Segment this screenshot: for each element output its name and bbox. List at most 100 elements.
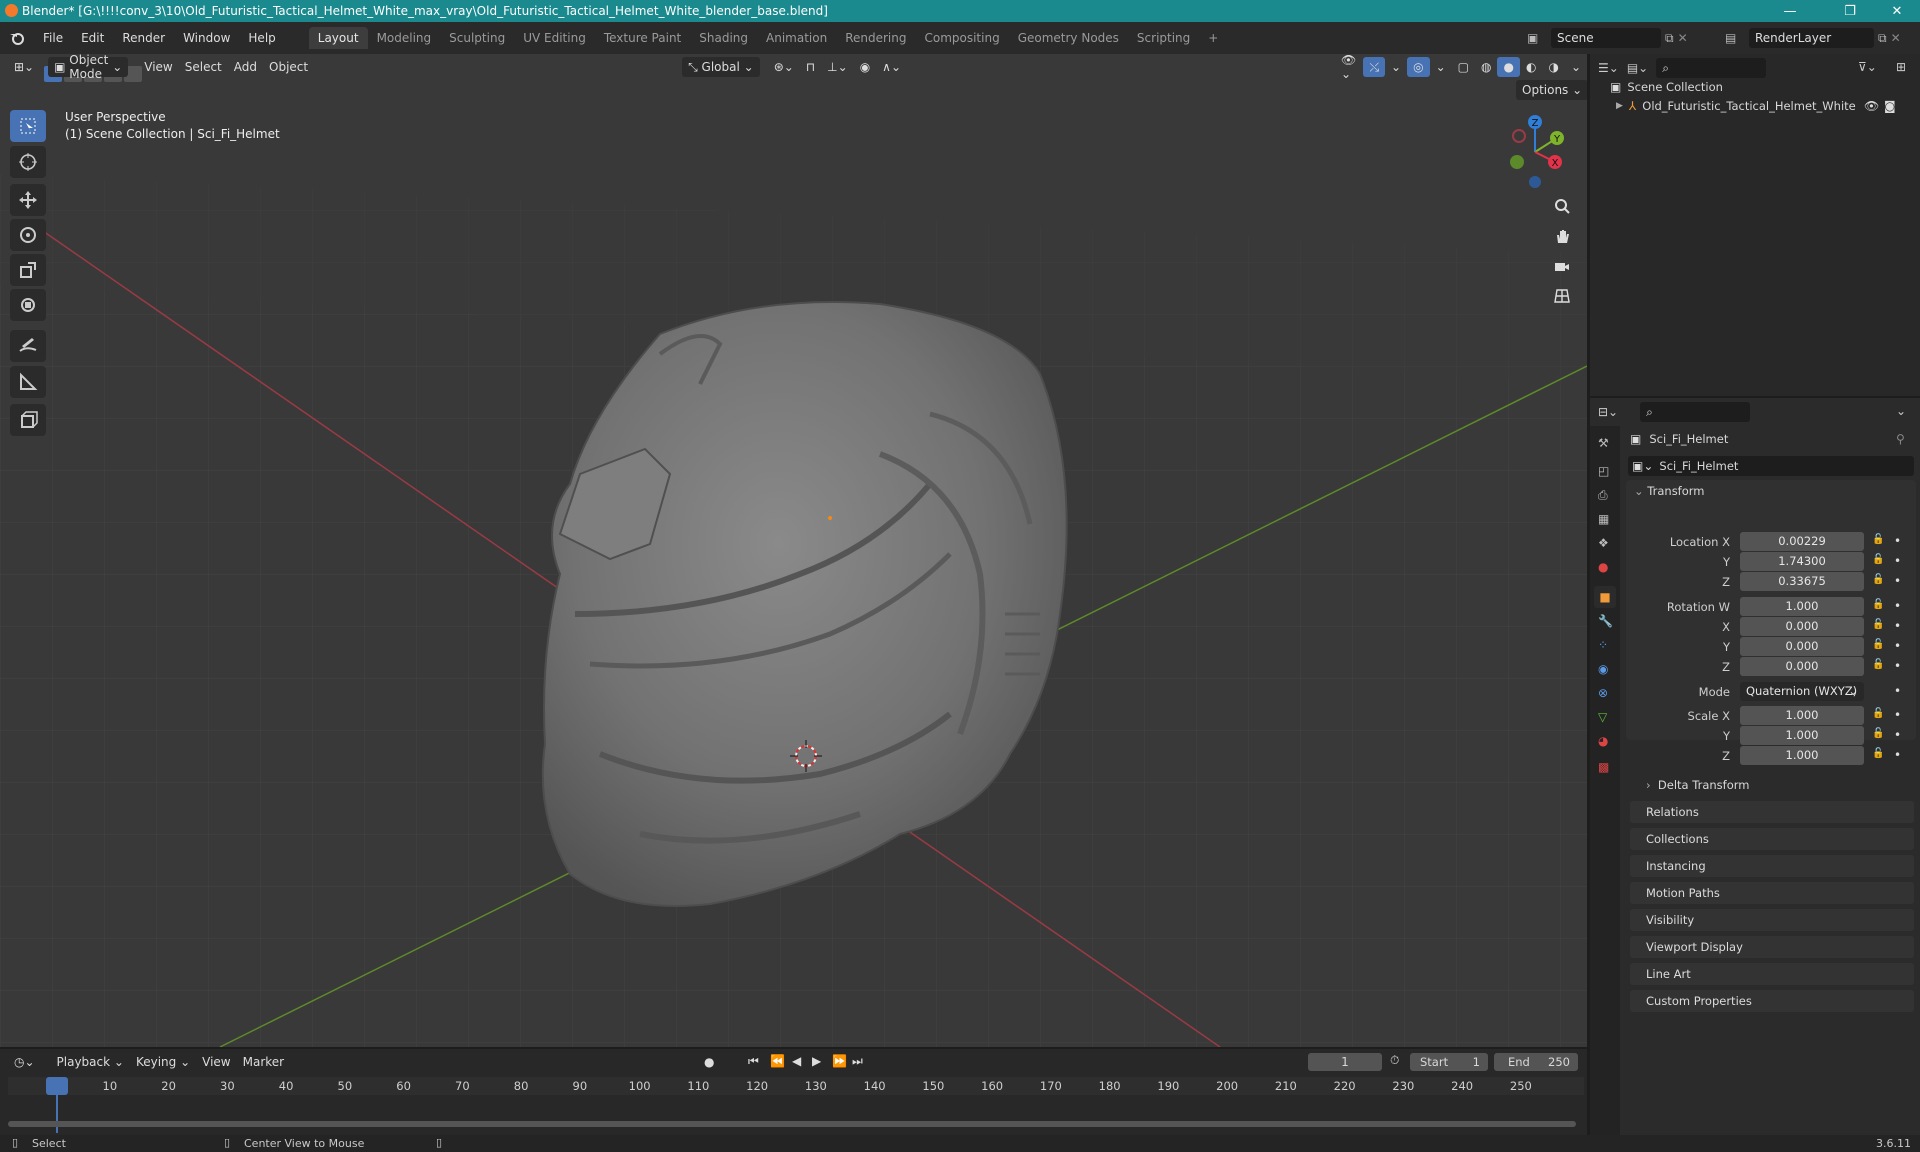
tab-texture-paint[interactable]: Texture Paint [595, 27, 690, 49]
overlay-dropdown-icon[interactable]: ⌄ [1430, 57, 1452, 77]
lock-icon[interactable]: 🔓 [1872, 554, 1884, 565]
perspective-grid-icon[interactable] [1550, 284, 1574, 308]
next-keyframe-icon[interactable]: ⏩ [832, 1054, 847, 1068]
mode-dropdown[interactable]: ▣ Object Mode ⌄ [48, 53, 129, 81]
snap-icon[interactable]: ⊓ [800, 57, 821, 77]
tab-rendering[interactable]: Rendering [836, 27, 915, 49]
render-camera-icon[interactable]: ◙ [1884, 99, 1896, 113]
tab-scripting[interactable]: Scripting [1128, 27, 1199, 49]
menu-add[interactable]: Add [228, 57, 263, 77]
keyframe-dot-icon[interactable]: • [1894, 728, 1901, 742]
motion-paths-panel[interactable]: Motion Paths [1630, 882, 1914, 904]
stopwatch-icon[interactable]: ⏱ [1390, 1053, 1399, 1068]
blender-menu-icon[interactable] [0, 31, 34, 45]
orientation-dropdown[interactable]: ⤡ Global ⌄ [682, 57, 760, 77]
menu-edit[interactable]: Edit [72, 31, 113, 45]
outliner-object-row[interactable]: ▶ ⅄ Old_Futuristic_Tactical_Helmet_White… [1616, 96, 1916, 116]
new-scene-icon[interactable]: ⧉ [1665, 31, 1674, 46]
custom-properties-panel[interactable]: Custom Properties [1630, 990, 1914, 1012]
annotate-tool[interactable] [10, 330, 46, 362]
render-tab-icon[interactable]: ◰ [1598, 464, 1609, 478]
lock-icon[interactable]: 🔓 [1872, 574, 1884, 585]
keyframe-dot-icon[interactable]: • [1894, 534, 1901, 548]
visibility-panel[interactable]: Visibility [1630, 909, 1914, 931]
rotation-mode-dropdown[interactable]: Quaternion (WXYZ) ⌄ [1740, 682, 1864, 701]
xray-icon[interactable]: ▢ [1452, 57, 1475, 77]
visibility-icon[interactable]: 👁⌄ [1335, 53, 1363, 81]
lock-icon[interactable]: 🔓 [1872, 599, 1884, 610]
lock-icon[interactable]: 🔓 [1872, 708, 1884, 719]
navigation-gizmo[interactable]: Z Y X [1495, 110, 1575, 194]
rotation-x-field[interactable]: 0.000 [1740, 617, 1864, 636]
pan-hand-icon[interactable] [1550, 224, 1574, 248]
transform-tool[interactable] [10, 289, 46, 321]
keyframe-dot-icon[interactable]: • [1894, 659, 1901, 673]
end-frame-field[interactable]: End 250 [1494, 1053, 1578, 1071]
object-name-field[interactable]: ▣⌄ Sci_Fi_Helmet [1628, 456, 1914, 476]
menu-window[interactable]: Window [174, 31, 239, 45]
lock-icon[interactable]: 🔓 [1872, 639, 1884, 650]
add-workspace-button[interactable]: + [1199, 27, 1227, 49]
keyframe-dot-icon[interactable]: • [1894, 554, 1901, 568]
3d-viewport[interactable]: User Perspective (1) Scene Collection | … [0, 54, 1587, 1047]
shading-solid-icon[interactable]: ● [1497, 57, 1520, 77]
pin-icon[interactable]: ⚲ [1896, 432, 1905, 446]
delete-scene-icon[interactable]: ✕ [1678, 31, 1688, 45]
scene-collection-row[interactable]: ▣ Scene Collection [1610, 78, 1723, 96]
snap-target-icon[interactable]: ⊥⌄ [821, 57, 854, 77]
tab-shading[interactable]: Shading [690, 27, 757, 49]
gizmo-toggle-icon[interactable]: ⤯ [1363, 57, 1386, 77]
view-layer-tab-icon[interactable]: ▦ [1598, 512, 1609, 526]
select-box-tool[interactable] [10, 110, 46, 142]
gizmo-dropdown-icon[interactable]: ⌄ [1385, 57, 1407, 77]
keyframe-dot-icon[interactable]: • [1894, 619, 1901, 633]
instancing-panel[interactable]: Instancing [1630, 855, 1914, 877]
properties-editor-icon[interactable]: ⊟⌄ [1598, 405, 1618, 419]
keyframe-dot-icon[interactable]: • [1894, 708, 1901, 722]
lock-icon[interactable]: 🔓 [1872, 659, 1884, 670]
keyframe-dot-icon[interactable]: • [1894, 684, 1901, 698]
output-tab-icon[interactable]: ⎙ [1598, 488, 1608, 503]
timeline-editor-icon[interactable]: ◷⌄ [8, 1052, 41, 1072]
maximize-button[interactable]: ❐ [1827, 0, 1873, 22]
lock-icon[interactable]: 🔓 [1872, 534, 1884, 545]
scale-tool[interactable] [10, 254, 46, 286]
shading-wireframe-icon[interactable]: ◍ [1475, 57, 1497, 77]
menu-marker[interactable]: Marker [237, 1052, 290, 1072]
tool-tab-icon[interactable]: ⚒ [1598, 436, 1609, 450]
start-frame-field[interactable]: Start 1 [1410, 1053, 1488, 1071]
eye-icon[interactable]: 👁 [1864, 99, 1879, 113]
play-reverse-icon[interactable]: ◀ [792, 1054, 801, 1068]
tab-geometry-nodes[interactable]: Geometry Nodes [1009, 27, 1128, 49]
render-layer-icon[interactable]: ▤ [1725, 31, 1745, 45]
menu-render[interactable]: Render [113, 31, 174, 45]
options-dropdown[interactable]: Options ⌄ [1516, 80, 1587, 100]
proportional-edit-icon[interactable]: ◉ [854, 57, 876, 77]
play-icon[interactable]: ▶ [812, 1054, 821, 1068]
move-tool[interactable] [10, 184, 46, 216]
location-x-field[interactable]: 0.00229 [1740, 532, 1864, 551]
menu-view[interactable]: View [138, 57, 178, 77]
tab-animation[interactable]: Animation [757, 27, 836, 49]
delete-layer-icon[interactable]: ✕ [1891, 31, 1901, 45]
relations-panel[interactable]: Relations [1630, 801, 1914, 823]
rotation-w-field[interactable]: 1.000 [1740, 597, 1864, 616]
prev-keyframe-icon[interactable]: ⏪ [770, 1054, 785, 1068]
lock-icon[interactable]: 🔓 [1872, 619, 1884, 630]
transform-panel-header[interactable]: ⌄ Transform [1634, 484, 1705, 498]
rotate-tool[interactable] [10, 219, 46, 251]
tab-modeling[interactable]: Modeling [368, 27, 441, 49]
location-z-field[interactable]: 0.33675 [1740, 572, 1864, 591]
shading-material-icon[interactable]: ◐ [1520, 57, 1542, 77]
close-button[interactable]: ✕ [1874, 0, 1920, 22]
scene-icon[interactable]: ▣ [1527, 31, 1547, 45]
render-layer-field[interactable]: RenderLayer [1749, 28, 1874, 48]
menu-object[interactable]: Object [263, 57, 314, 77]
menu-timeline-view[interactable]: View [196, 1052, 236, 1072]
camera-view-icon[interactable] [1550, 254, 1574, 278]
rotation-y-field[interactable]: 0.000 [1740, 637, 1864, 656]
minimize-button[interactable]: — [1767, 0, 1813, 22]
delta-transform-subpanel[interactable]: › Delta Transform [1646, 778, 1749, 792]
outliner-search-input[interactable]: ⌕ [1656, 58, 1767, 78]
menu-playback[interactable]: Playback ⌄ [51, 1052, 130, 1072]
